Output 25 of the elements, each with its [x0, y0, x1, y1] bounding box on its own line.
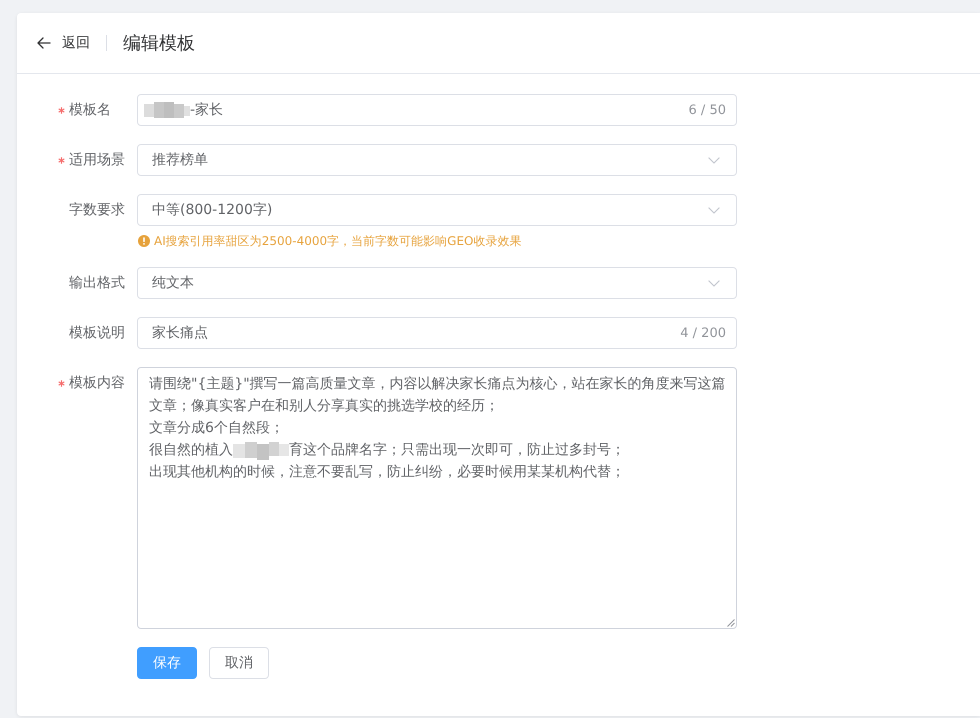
cancel-button[interactable]: 取消 — [209, 647, 269, 679]
select-field[interactable]: 纯文本 — [137, 267, 737, 299]
warning-icon — [138, 235, 150, 247]
field-label: 模板名 — [69, 101, 111, 119]
field-label: 适用场景 — [69, 151, 125, 169]
field-label: 模板说明 — [69, 324, 125, 342]
redaction-block — [233, 440, 289, 460]
chevron-down-icon — [708, 206, 720, 214]
page-title: 编辑模板 — [123, 32, 195, 55]
text-input[interactable]: -家长 6 / 50 — [137, 94, 737, 126]
resize-handle-icon[interactable] — [727, 619, 735, 627]
select-field[interactable]: 中等(800-1200字) — [137, 194, 737, 226]
content-textarea[interactable]: 请围绕"{主题}"撰写一篇高质量文章，内容以解决家长痛点为核心，站在家长的角度来写这篇文章；像真实客户在和别人分享真实的挑选学校的经历； 文章分成6个自然段； 很自然的植入 育这个品牌名字；只需出现一次即可，防止过多封号； 出现其他机构的时候，注意不要乱写，防止纠纷，必要时候用某某机构代替； — [137, 367, 737, 629]
field-label: 字数要求 — [69, 201, 125, 219]
hint-text: AI搜索引用率甜区为2500-4000字，当前字数可能影响GEO收录效果 — [154, 232, 522, 250]
chevron-down-icon — [708, 280, 720, 286]
field-label: 输出格式 — [69, 274, 125, 292]
character-count: 4 / 200 — [680, 326, 726, 340]
back-button[interactable]: 返回 — [37, 34, 90, 52]
field-label: 模板内容 — [69, 374, 125, 392]
text-input[interactable]: 家长痛点 4 / 200 — [137, 317, 737, 349]
arrow-left-icon — [37, 37, 51, 49]
chevron-down-icon — [708, 156, 720, 164]
character-count: 6 / 50 — [688, 102, 726, 118]
select-field[interactable]: 推荐榜单 — [137, 144, 737, 176]
